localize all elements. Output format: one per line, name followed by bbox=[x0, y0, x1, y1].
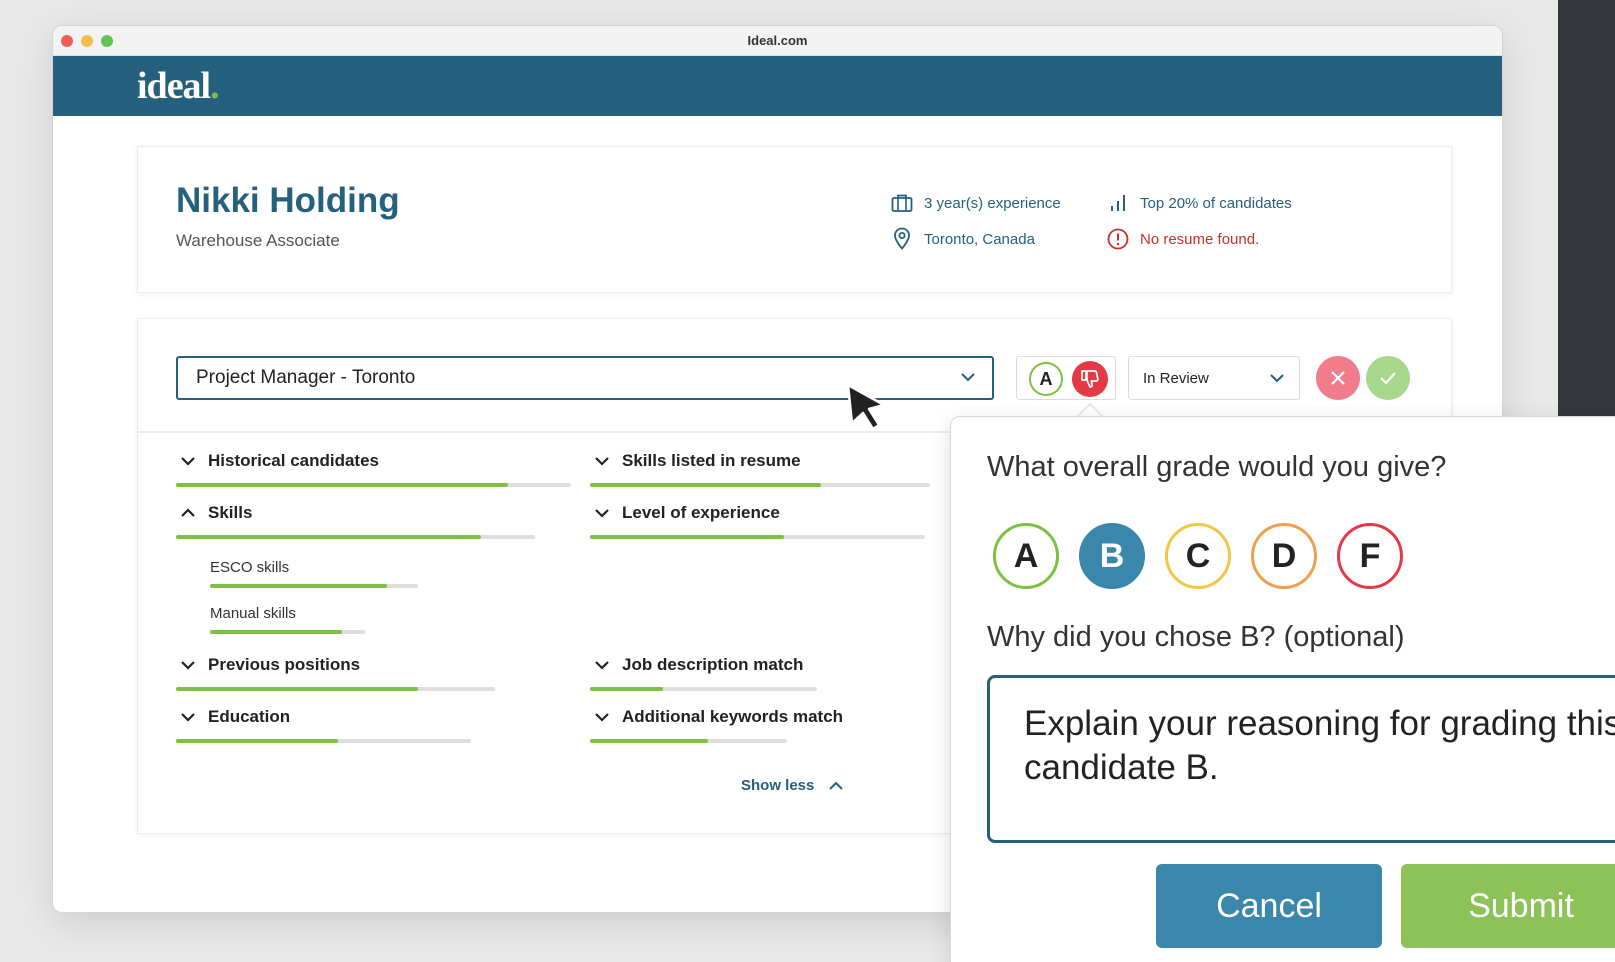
score-bar-esco-skills bbox=[210, 584, 418, 588]
resume-status-text: No resume found. bbox=[1140, 230, 1260, 248]
accept-button[interactable] bbox=[1366, 356, 1410, 400]
job-select-value: Project Manager - Toronto bbox=[196, 367, 416, 388]
reason-question: Why did you chose B? (optional) bbox=[987, 621, 1405, 653]
grade-option-c[interactable]: C bbox=[1165, 523, 1231, 589]
briefcase-icon bbox=[890, 191, 914, 215]
status-select[interactable]: In Review bbox=[1128, 356, 1300, 400]
close-icon bbox=[1331, 371, 1345, 385]
chevron-down-icon bbox=[594, 507, 610, 519]
chevron-down-icon bbox=[180, 711, 196, 723]
resume-warning: No resume found. bbox=[1106, 227, 1259, 251]
score-bar-manual-skills bbox=[210, 630, 365, 634]
score-bar-job-description-match bbox=[590, 687, 817, 691]
background-dark-panel bbox=[1558, 0, 1615, 418]
mouse-cursor-icon bbox=[846, 383, 890, 436]
score-bar-level-of-experience bbox=[590, 535, 925, 539]
score-bar-skills-listed-in-resume bbox=[590, 483, 930, 487]
reason-textarea[interactable]: Explain your reasoning for grading this … bbox=[987, 675, 1615, 843]
cancel-button[interactable]: Cancel bbox=[1156, 864, 1382, 948]
criterion-manual-skills: Manual skills bbox=[210, 605, 296, 622]
chevron-down-icon bbox=[180, 455, 196, 467]
criterion-esco-skills: ESCO skills bbox=[210, 559, 290, 576]
criterion-skills-listed-in-resume[interactable]: Skills listed in resume bbox=[594, 451, 801, 471]
current-grade-badge[interactable]: A bbox=[1029, 362, 1063, 396]
chevron-down-icon bbox=[594, 711, 610, 723]
candidate-card: Nikki Holding Warehouse Associate 3 year… bbox=[137, 146, 1452, 293]
reject-button[interactable] bbox=[1316, 356, 1360, 400]
location-text: Toronto, Canada bbox=[924, 230, 1035, 248]
grade-option-d[interactable]: D bbox=[1251, 523, 1317, 589]
location-info: Toronto, Canada bbox=[890, 227, 1035, 251]
chevron-down-icon bbox=[960, 369, 976, 391]
ideal-logo[interactable]: ideal. bbox=[137, 64, 220, 108]
rank-text: Top 20% of candidates bbox=[1140, 194, 1292, 212]
browser-titlebar: Ideal.com bbox=[53, 26, 1502, 56]
score-bar-historical-candidates bbox=[176, 483, 571, 487]
criterion-previous-positions[interactable]: Previous positions bbox=[180, 655, 360, 675]
criterion-skills[interactable]: Skills bbox=[180, 503, 252, 523]
status-value: In Review bbox=[1143, 369, 1209, 387]
score-bar-education bbox=[176, 739, 471, 743]
grade-box[interactable]: A bbox=[1016, 356, 1116, 400]
criterion-job-description-match[interactable]: Job description match bbox=[594, 655, 803, 675]
show-less-link[interactable]: Show less bbox=[741, 777, 844, 794]
grade-popover: What overall grade would you give? A B C… bbox=[950, 416, 1615, 962]
score-bar-additional-keywords-match bbox=[590, 739, 787, 743]
chevron-up-icon bbox=[829, 781, 844, 790]
candidate-name: Nikki Holding bbox=[176, 181, 400, 220]
chevron-down-icon bbox=[180, 659, 196, 671]
candidate-role: Warehouse Associate bbox=[176, 231, 340, 250]
submit-button[interactable]: Submit bbox=[1401, 864, 1615, 948]
check-icon bbox=[1380, 372, 1396, 385]
grade-question: What overall grade would you give? bbox=[987, 451, 1447, 483]
bar-chart-icon bbox=[1106, 191, 1130, 215]
criterion-additional-keywords-match[interactable]: Additional keywords match bbox=[594, 707, 843, 727]
rank-info: Top 20% of candidates bbox=[1106, 191, 1292, 215]
criterion-historical-candidates[interactable]: Historical candidates bbox=[180, 451, 379, 471]
grade-option-b[interactable]: B bbox=[1079, 523, 1145, 589]
grade-option-a[interactable]: A bbox=[993, 523, 1059, 589]
chevron-down-icon bbox=[1269, 370, 1285, 390]
criterion-level-of-experience[interactable]: Level of experience bbox=[594, 503, 780, 523]
score-bar-previous-positions bbox=[176, 687, 495, 691]
chevron-down-icon bbox=[594, 659, 610, 671]
location-pin-icon bbox=[890, 227, 914, 251]
alert-circle-icon bbox=[1106, 227, 1130, 251]
experience-text: 3 year(s) experience bbox=[924, 194, 1061, 212]
experience-info: 3 year(s) experience bbox=[890, 191, 1061, 215]
app-header: ideal. bbox=[53, 56, 1502, 116]
grade-option-f[interactable]: F bbox=[1337, 523, 1403, 589]
criterion-education[interactable]: Education bbox=[180, 707, 290, 727]
score-bar-skills bbox=[176, 535, 535, 539]
address-bar[interactable]: Ideal.com bbox=[53, 33, 1502, 48]
chevron-down-icon bbox=[594, 455, 610, 467]
thumbs-down-icon[interactable] bbox=[1072, 361, 1108, 397]
chevron-up-icon bbox=[180, 507, 196, 519]
